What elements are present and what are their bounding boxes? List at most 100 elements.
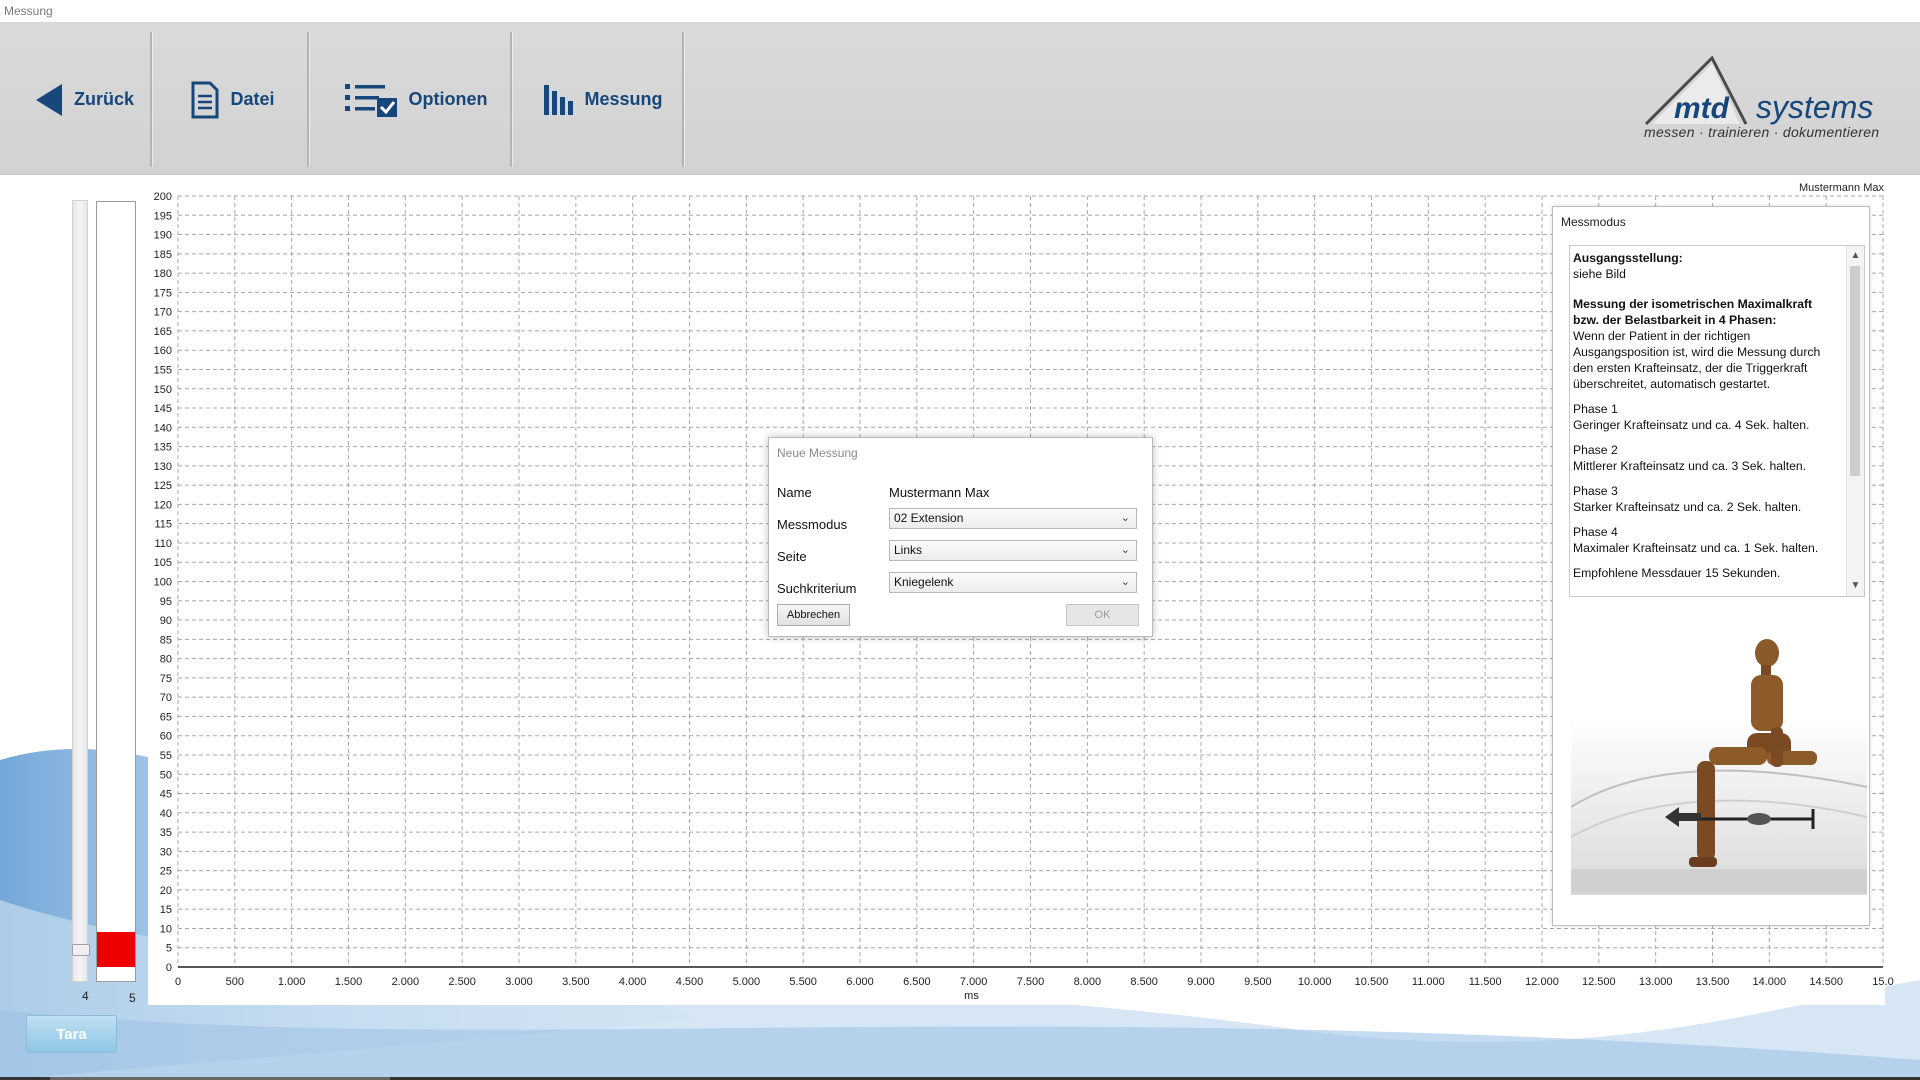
cancel-button[interactable]: Abbrechen <box>777 604 850 626</box>
y-tick-label: 115 <box>154 519 172 531</box>
x-tick-label: 3.500 <box>562 976 590 988</box>
y-tick-label: 180 <box>154 268 172 280</box>
phase4-text: Maximaler Krafteinsatz und ca. 1 Sek. ha… <box>1573 541 1819 555</box>
x-tick-label: 4.500 <box>676 976 704 988</box>
y-tick-label: 175 <box>154 287 172 299</box>
mode-select[interactable]: 02 Extension ⌄ <box>889 508 1137 529</box>
tara-button[interactable]: Tara <box>26 1015 117 1053</box>
criterion-label: Suchkriterium <box>777 581 857 596</box>
x-tick-label: 14.500 <box>1809 976 1843 988</box>
x-tick-label: 7.000 <box>960 976 988 988</box>
phase1-text: Geringer Krafteinsatz und ca. 4 Sek. hal… <box>1573 418 1810 432</box>
x-tick-label: 6.500 <box>903 976 931 988</box>
y-tick-label: 15 <box>160 904 172 916</box>
measurement-heading: Messung der isometrischen Maximalkraft b… <box>1573 297 1813 327</box>
y-tick-label: 185 <box>154 249 172 261</box>
x-tick-label: 11.500 <box>1469 976 1502 988</box>
scroll-down-icon[interactable]: ▼ <box>1847 578 1864 594</box>
y-tick-label: 50 <box>160 769 172 781</box>
y-tick-label: 25 <box>160 866 172 878</box>
x-tick-label: 4.000 <box>619 976 647 988</box>
x-tick-label: 8.500 <box>1130 976 1158 988</box>
panel-title: Messmodus <box>1561 215 1626 229</box>
y-tick-label: 45 <box>160 789 172 801</box>
x-tick-label: 11.000 <box>1412 976 1445 988</box>
x-tick-label: 10.000 <box>1298 976 1332 988</box>
x-tick-label: 0 <box>175 976 181 988</box>
side-select-value: Links <box>894 543 923 557</box>
y-tick-label: 155 <box>154 364 172 376</box>
force-meter-fill <box>97 931 135 967</box>
instructions-scrollbar[interactable]: ▲ ▼ <box>1846 246 1864 596</box>
x-tick-label: 10.500 <box>1355 976 1389 988</box>
y-tick-label: 90 <box>160 615 172 627</box>
trigger-slider-thumb[interactable] <box>72 944 90 956</box>
x-tick-label: 9.500 <box>1244 976 1272 988</box>
slider-value-label: 4 <box>82 989 89 1003</box>
x-tick-label: 1.500 <box>335 976 363 988</box>
phase2-title: Phase 2 <box>1573 443 1618 457</box>
x-tick-label: 500 <box>226 976 244 988</box>
y-tick-label: 70 <box>160 692 172 704</box>
start-position-heading: Ausgangsstellung: <box>1573 251 1683 265</box>
recommended-duration: Empfohlene Messdauer 15 Sekunden. <box>1573 566 1781 580</box>
chevron-down-icon: ⌄ <box>1120 544 1130 556</box>
y-tick-label: 35 <box>160 827 172 839</box>
x-tick-label: 7.500 <box>1017 976 1045 988</box>
start-position-text: siehe Bild <box>1573 267 1626 281</box>
y-tick-label: 170 <box>154 307 172 319</box>
y-tick-label: 85 <box>160 634 172 646</box>
x-tick-label: 13.500 <box>1696 976 1730 988</box>
ok-button[interactable]: OK <box>1066 604 1139 626</box>
y-tick-label: 55 <box>160 750 172 762</box>
start-position-figure <box>1571 639 1867 895</box>
x-tick-label: 1.000 <box>278 976 306 988</box>
y-tick-label: 145 <box>154 403 172 415</box>
y-tick-label: 120 <box>154 499 172 511</box>
y-tick-label: 110 <box>154 538 172 550</box>
y-tick-label: 105 <box>154 557 172 569</box>
y-tick-label: 200 <box>154 191 172 203</box>
instructions-textbox[interactable]: Ausgangsstellung: siehe Bild Messung der … <box>1569 245 1865 597</box>
dialog-title: Neue Messung <box>777 446 858 460</box>
y-tick-label: 165 <box>154 326 172 338</box>
criterion-select[interactable]: Kniegelenk ⌄ <box>889 572 1137 593</box>
side-label: Seite <box>777 549 807 564</box>
y-tick-label: 5 <box>166 943 172 955</box>
new-measurement-dialog: Neue Messung Name Mustermann Max Messmod… <box>768 437 1153 637</box>
y-tick-label: 140 <box>154 422 172 434</box>
x-tick-label: 5.000 <box>733 976 761 988</box>
phase1-title: Phase 1 <box>1573 402 1618 416</box>
x-tick-label: 12.000 <box>1525 976 1559 988</box>
x-tick-label: 2.500 <box>448 976 476 988</box>
name-value: Mustermann Max <box>889 485 990 500</box>
y-tick-label: 0 <box>166 962 172 974</box>
y-tick-label: 130 <box>154 461 172 473</box>
x-tick-label: 2.000 <box>392 976 420 988</box>
scroll-up-icon[interactable]: ▲ <box>1847 248 1864 264</box>
y-tick-label: 190 <box>154 230 172 242</box>
name-label: Name <box>777 485 812 500</box>
chevron-down-icon: ⌄ <box>1120 512 1130 524</box>
y-tick-label: 135 <box>154 442 172 454</box>
measure-mode-panel: Messmodus Ausgangsstellung: siehe Bild Me… <box>1552 206 1870 926</box>
x-tick-label: 5.500 <box>789 976 817 988</box>
phase2-text: Mittlerer Krafteinsatz und ca. 3 Sek. ha… <box>1573 459 1807 473</box>
y-tick-label: 20 <box>160 885 172 897</box>
y-tick-label: 40 <box>160 808 172 820</box>
y-tick-label: 125 <box>154 480 172 492</box>
x-tick-label: 14.000 <box>1753 976 1787 988</box>
y-tick-label: 150 <box>154 384 172 396</box>
x-tick-label: 9.000 <box>1187 976 1215 988</box>
mode-label: Messmodus <box>777 517 848 532</box>
y-tick-label: 195 <box>154 210 172 222</box>
side-select[interactable]: Links ⌄ <box>889 540 1137 561</box>
x-tick-label: 15.0 <box>1872 976 1893 988</box>
y-tick-label: 10 <box>160 923 172 935</box>
x-axis-label: ms <box>964 990 979 1002</box>
meter-value-label: 5 <box>129 991 136 1005</box>
scroll-thumb[interactable] <box>1850 266 1860 476</box>
y-tick-label: 100 <box>154 577 172 589</box>
y-tick-label: 160 <box>154 345 172 357</box>
chevron-down-icon: ⌄ <box>1120 576 1130 588</box>
